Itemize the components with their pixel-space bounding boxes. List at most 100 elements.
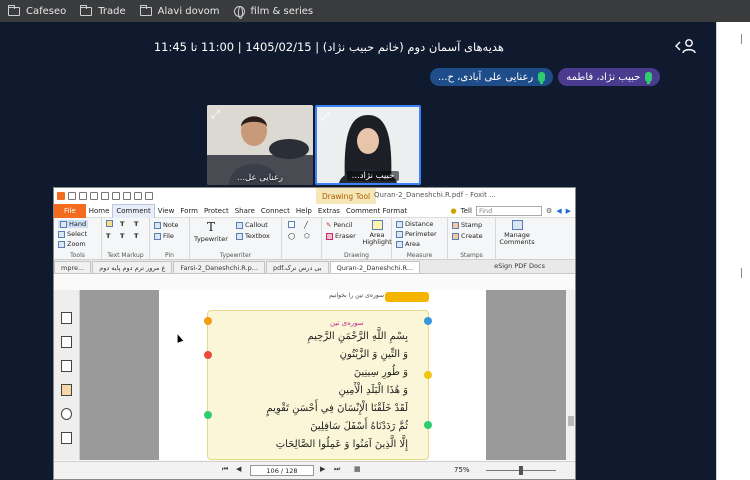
settings-icon[interactable]: ⚙ xyxy=(546,207,552,215)
speaker-chip[interactable]: رعنایی علی آبادی، ح... xyxy=(430,68,554,86)
document-tab[interactable]: Farsi-2_Daneshchi.R.p... xyxy=(173,261,265,273)
open-icon[interactable] xyxy=(68,192,76,200)
document-tab[interactable]: mpre... xyxy=(54,261,92,273)
expand-icon[interactable]: ⤢ xyxy=(211,109,223,121)
video-tile[interactable]: ⤢ حبیب نژاد... xyxy=(315,105,421,185)
menu-view[interactable]: View xyxy=(155,204,178,218)
select-tool[interactable]: Select xyxy=(58,230,87,238)
participants-icon[interactable] xyxy=(674,38,696,54)
video-tile[interactable]: ⤢ رعنایی عل... xyxy=(207,105,313,185)
pencil-icon: ✎ xyxy=(326,221,332,229)
document-tab[interactable]: ع مرور ترم دوم پایه دوم xyxy=(92,261,173,273)
note-tool[interactable]: Note xyxy=(154,221,178,229)
mic-icon xyxy=(538,72,546,84)
pages-panel-icon[interactable] xyxy=(61,336,72,348)
document-tab[interactable]: pdf.بی درس ترک xyxy=(265,261,329,273)
pencil-tool[interactable]: ✎ Pencil xyxy=(326,221,352,229)
menu-comment[interactable]: Comment xyxy=(112,203,155,218)
tell-me[interactable]: Tell xyxy=(461,207,472,215)
nav-back-icon[interactable]: ◀ xyxy=(556,207,561,215)
menu-form[interactable]: Form xyxy=(177,204,201,218)
last-page-icon[interactable]: ⏭ xyxy=(334,465,340,474)
drawing-tool-tab[interactable]: Drawing Tool xyxy=(316,188,377,204)
layers-panel-icon[interactable] xyxy=(61,360,72,372)
panel-handle[interactable] xyxy=(741,268,742,278)
hand-tool[interactable]: Hand xyxy=(58,220,89,228)
menu-help[interactable]: Help xyxy=(293,204,315,218)
undo-icon[interactable] xyxy=(123,192,131,200)
verse-line: وَ التِّينِ وَ الزَّيْتُونِ xyxy=(339,349,408,360)
menu-file[interactable]: File xyxy=(54,203,86,218)
attachments-panel-icon[interactable] xyxy=(61,408,72,420)
text-markup-tool[interactable]: T xyxy=(134,232,138,240)
next-page-icon[interactable]: ▶ xyxy=(320,465,325,473)
bookmark-cafeseo[interactable]: Cafeseo xyxy=(8,4,66,17)
eraser-tool[interactable]: Eraser xyxy=(326,232,356,240)
folder-icon xyxy=(80,4,93,16)
quran-frame: سوره‌ی تین بِسْمِ اللَّهِ الرَّحْمَنِ ال… xyxy=(204,310,432,460)
vertical-scrollbar[interactable] xyxy=(566,290,575,460)
verse-line: وَ هَٰذَا الْبَلَدِ الْأَمِينِ xyxy=(338,385,408,396)
callout-tool[interactable]: Callout xyxy=(236,221,268,229)
print-icon[interactable] xyxy=(90,192,98,200)
menu-comment-format[interactable]: Comment Format xyxy=(343,204,410,218)
globe-icon xyxy=(233,5,245,19)
text-markup-tool[interactable]: T xyxy=(106,232,110,240)
zoom-slider-handle[interactable] xyxy=(519,466,523,475)
first-page-icon[interactable]: ⏮ xyxy=(222,465,228,474)
text-markup-tool[interactable]: T xyxy=(120,220,124,228)
perimeter-tool[interactable]: Perimeter xyxy=(396,230,437,238)
panel-handle[interactable] xyxy=(741,34,742,44)
menu-extras[interactable]: Extras xyxy=(315,204,343,218)
save-icon[interactable] xyxy=(79,192,87,200)
document-viewport[interactable]: ... سوره‌ی تین را بخوانیم سوره‌ی تین بِس… xyxy=(80,290,566,460)
signatures-panel-icon[interactable] xyxy=(61,432,72,444)
page-view-icon[interactable]: ▦ xyxy=(354,465,361,473)
bookmark-trade[interactable]: Trade xyxy=(80,4,126,17)
bookmark-panel-icon[interactable] xyxy=(61,312,72,324)
polygon-tool[interactable]: ⬠ xyxy=(304,232,310,240)
text-markup-tool[interactable]: T xyxy=(120,232,124,240)
nav-forward-icon[interactable]: ▶ xyxy=(566,207,571,215)
ellipse-tool[interactable]: ◯ xyxy=(288,232,295,240)
verse-line: لَقَدْ خَلَقْنَا الْإِنْسَانَ فِي أَحْسَ… xyxy=(266,403,409,414)
rectangle-tool[interactable] xyxy=(288,221,295,228)
manage-comments-tool[interactable]: Manage Comments xyxy=(499,220,535,246)
customize-icon[interactable] xyxy=(145,192,153,200)
menu-connect[interactable]: Connect xyxy=(258,204,293,218)
stamp-icon xyxy=(452,221,459,229)
esign-link[interactable]: eSign PDF Docs xyxy=(494,262,545,270)
redo-icon[interactable] xyxy=(134,192,142,200)
hand-icon[interactable] xyxy=(112,192,120,200)
expand-icon[interactable]: ⤢ xyxy=(321,111,333,123)
tool-label: Callout xyxy=(245,221,268,229)
text-markup-tool[interactable]: T xyxy=(134,220,138,228)
menu-home[interactable]: Home xyxy=(86,204,113,218)
distance-tool[interactable]: Distance xyxy=(396,220,433,228)
find-input[interactable]: Find xyxy=(475,205,542,216)
zoom-level[interactable]: 75% xyxy=(454,466,470,474)
menu-share[interactable]: Share xyxy=(232,204,258,218)
menu-protect[interactable]: Protect xyxy=(201,204,232,218)
highlight-tool[interactable] xyxy=(106,220,113,227)
zoom-tool[interactable]: Zoom xyxy=(58,240,86,248)
document-tab-active[interactable]: Quran-2_Daneshchi.R... xyxy=(329,261,421,273)
create-stamp-tool[interactable]: Create xyxy=(452,232,483,240)
manage-comments-icon xyxy=(511,220,523,230)
comments-panel-icon[interactable] xyxy=(61,384,72,396)
new-icon[interactable] xyxy=(101,192,109,200)
rectangle-icon xyxy=(288,221,295,228)
stamp-tool[interactable]: Stamp xyxy=(452,221,482,229)
page-number-input[interactable]: 106 / 128 xyxy=(250,465,314,476)
file-tool[interactable]: File xyxy=(154,232,174,240)
typewriter-tool[interactable]: T Typewriter xyxy=(194,220,228,243)
area-tool[interactable]: Area xyxy=(396,240,420,248)
speaker-chip[interactable]: حبیب نژاد، فاطمه xyxy=(558,68,661,86)
textbox-tool[interactable]: Textbox xyxy=(236,232,270,240)
line-tool[interactable]: ╱ xyxy=(304,221,308,229)
bookmark-alavi-dovom[interactable]: Alavi dovom xyxy=(139,4,220,17)
area-highlight-tool[interactable]: Area Highlight xyxy=(362,220,392,246)
prev-page-icon[interactable]: ◀ xyxy=(236,465,241,473)
bookmark-film-series[interactable]: film & series xyxy=(233,5,313,19)
scrollbar-thumb[interactable] xyxy=(568,416,574,426)
